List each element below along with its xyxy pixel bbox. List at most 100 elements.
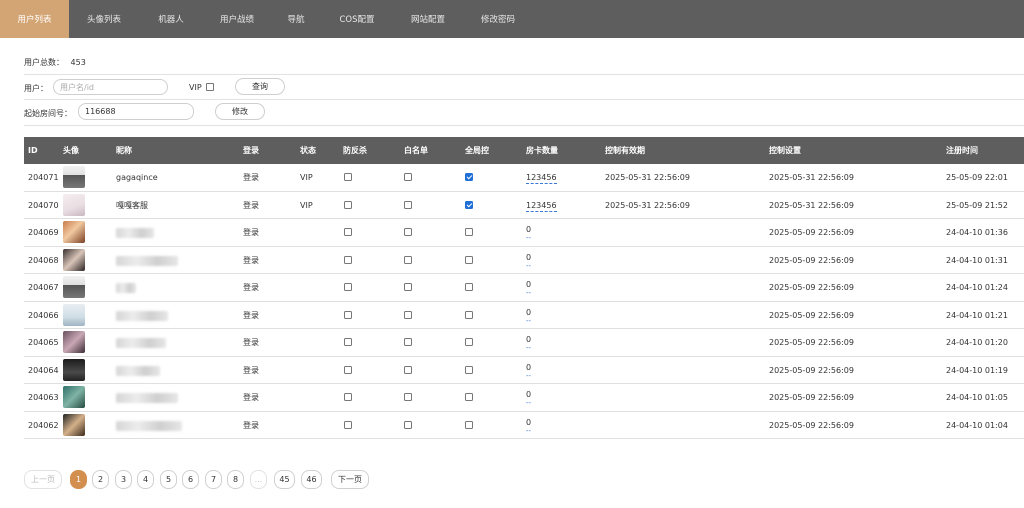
- anti-kill-checkbox[interactable]: [344, 283, 352, 291]
- nav-cos-config[interactable]: COS配置: [321, 0, 393, 38]
- blurred-nickname: [116, 393, 178, 403]
- room-cards-value[interactable]: 0: [526, 280, 531, 289]
- nav-robot[interactable]: 机器人: [139, 0, 203, 38]
- whitelist-checkbox[interactable]: [404, 420, 412, 429]
- room-cards-edit-link[interactable]: --: [526, 262, 531, 270]
- login-link[interactable]: 登录: [243, 164, 259, 191]
- row-status: VIP: [300, 173, 313, 182]
- page-1[interactable]: 1: [70, 470, 87, 489]
- reg-time: 24-04-10 01:24: [946, 283, 1008, 292]
- next-page-button[interactable]: 下一页: [331, 470, 369, 489]
- anti-kill-checkbox[interactable]: [344, 228, 352, 236]
- anti-kill-checkbox[interactable]: [344, 255, 352, 264]
- table-row: 204066 登录 0 -- 2025-05-09 22:56:09 24-04-10 0…: [24, 302, 1024, 329]
- full-control-checkbox[interactable]: [465, 393, 473, 401]
- anti-kill-checkbox[interactable]: [344, 338, 352, 346]
- login-link[interactable]: 登录: [243, 247, 259, 274]
- room-cards-edit-link[interactable]: --: [526, 234, 531, 242]
- room-start-input[interactable]: [78, 103, 194, 120]
- room-cards-value[interactable]: 0: [526, 308, 531, 317]
- login-link[interactable]: 登录: [243, 357, 259, 384]
- full-control-checkbox[interactable]: [465, 310, 473, 319]
- full-control-checkbox[interactable]: [465, 255, 473, 264]
- blurred-nickname: [116, 228, 154, 238]
- login-link[interactable]: 登录: [243, 274, 259, 301]
- full-control-checkbox[interactable]: [465, 173, 473, 181]
- control-setting: 2025-05-09 22:56:09: [769, 228, 854, 237]
- room-cards-edit-link[interactable]: --: [526, 372, 531, 380]
- login-link[interactable]: 登录: [243, 384, 259, 411]
- page-7[interactable]: 7: [205, 470, 222, 489]
- login-link[interactable]: 登录: [243, 329, 259, 356]
- col-avatar: 头像: [63, 146, 79, 155]
- query-button[interactable]: 查询: [235, 78, 285, 95]
- full-control-checkbox[interactable]: [465, 365, 473, 374]
- room-cards-edit-link[interactable]: --: [526, 399, 531, 407]
- row-id: 204068: [28, 255, 59, 265]
- page-45[interactable]: 45: [274, 470, 295, 489]
- control-setting: 2025-05-09 22:56:09: [769, 255, 854, 265]
- nav-avatar-list[interactable]: 头像列表: [69, 0, 139, 38]
- modify-button[interactable]: 修改: [215, 103, 265, 120]
- nav-change-password[interactable]: 修改密码: [463, 0, 533, 38]
- blurred-nickname: [116, 420, 182, 431]
- page-46[interactable]: 46: [301, 470, 322, 489]
- user-search-input[interactable]: [53, 79, 168, 95]
- top-nav: 用户列表 头像列表 机器人 用户战绩 导航 COS配置 网站配置 修改密码: [0, 0, 1024, 38]
- login-link[interactable]: 登录: [243, 192, 259, 219]
- room-cards-edit-link[interactable]: --: [526, 317, 531, 325]
- nav-site-config[interactable]: 网站配置: [393, 0, 463, 38]
- room-cards-edit-link[interactable]: --: [526, 289, 531, 297]
- whitelist-checkbox[interactable]: [404, 310, 412, 319]
- control-setting: 2025-05-09 22:56:09: [769, 393, 854, 402]
- whitelist-checkbox[interactable]: [404, 365, 412, 374]
- anti-kill-checkbox[interactable]: [344, 200, 352, 209]
- nav-navigation[interactable]: 导航: [271, 0, 321, 38]
- room-cards-edit-link[interactable]: --: [526, 344, 531, 352]
- anti-kill-checkbox[interactable]: [344, 310, 352, 319]
- full-control-checkbox[interactable]: [465, 200, 473, 209]
- whitelist-checkbox[interactable]: [404, 255, 412, 264]
- whitelist-checkbox[interactable]: [404, 173, 412, 181]
- page-6[interactable]: 6: [182, 470, 199, 489]
- nav-user-record[interactable]: 用户战绩: [203, 0, 271, 38]
- whitelist-checkbox[interactable]: [404, 393, 412, 401]
- room-cards-value[interactable]: 123456: [526, 201, 557, 212]
- page-2[interactable]: 2: [92, 470, 109, 489]
- avatar: [63, 413, 85, 436]
- control-setting: 2025-05-31 22:56:09: [769, 200, 854, 210]
- room-cards-value[interactable]: 0: [526, 390, 531, 399]
- room-cards-value[interactable]: 123456: [526, 173, 557, 184]
- avatar: [63, 386, 85, 408]
- nav-user-list[interactable]: 用户列表: [0, 0, 69, 38]
- room-cards-edit-link[interactable]: --: [526, 427, 531, 435]
- room-cards-value[interactable]: 0: [526, 225, 531, 234]
- page-8[interactable]: 8: [227, 470, 244, 489]
- full-control-checkbox[interactable]: [465, 420, 473, 429]
- page-4[interactable]: 4: [137, 470, 154, 489]
- page-3[interactable]: 3: [115, 470, 132, 489]
- whitelist-checkbox[interactable]: [404, 338, 412, 346]
- anti-kill-checkbox[interactable]: [344, 420, 352, 429]
- room-cards-value[interactable]: 0: [526, 335, 531, 344]
- full-control-checkbox[interactable]: [465, 283, 473, 291]
- vip-checkbox[interactable]: [206, 83, 214, 91]
- login-link[interactable]: 登录: [243, 302, 259, 329]
- login-link[interactable]: 登录: [243, 412, 259, 439]
- anti-kill-checkbox[interactable]: [344, 173, 352, 181]
- whitelist-checkbox[interactable]: [404, 283, 412, 291]
- whitelist-checkbox[interactable]: [404, 200, 412, 209]
- page-5[interactable]: 5: [160, 470, 177, 489]
- full-control-checkbox[interactable]: [465, 338, 473, 346]
- login-link[interactable]: 登录: [243, 219, 259, 246]
- room-cards-value[interactable]: 0: [526, 253, 531, 262]
- anti-kill-checkbox[interactable]: [344, 393, 352, 401]
- room-cards-value[interactable]: 0: [526, 363, 531, 372]
- full-control-checkbox[interactable]: [465, 228, 473, 236]
- prev-page-button[interactable]: 上一页: [24, 470, 62, 489]
- anti-kill-checkbox[interactable]: [344, 365, 352, 374]
- row-id: 204064: [28, 365, 59, 375]
- reg-time: 25-05-09 22:01: [946, 173, 1008, 182]
- room-cards-value[interactable]: 0: [526, 418, 531, 427]
- whitelist-checkbox[interactable]: [404, 228, 412, 236]
